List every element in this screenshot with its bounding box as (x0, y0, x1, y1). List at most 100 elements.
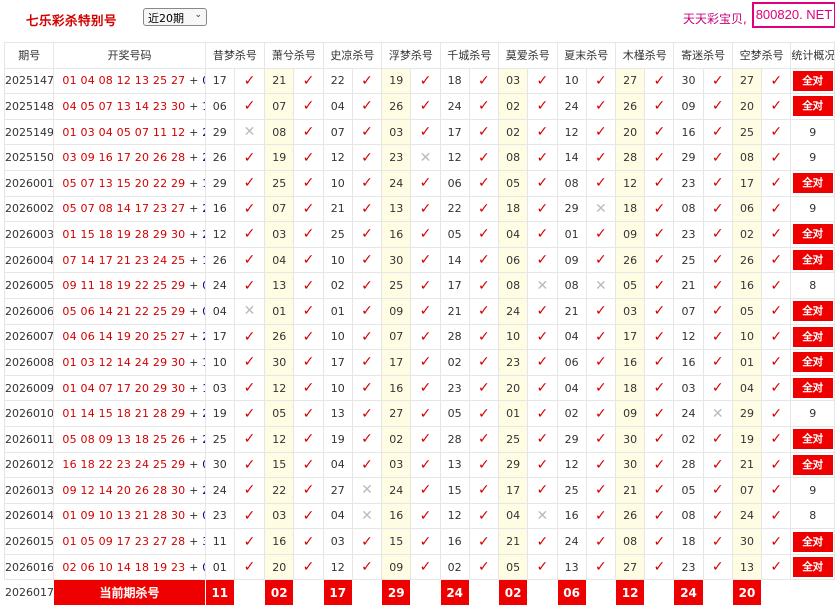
check-icon: ✓ (594, 431, 607, 448)
kill-result-cell: ✓ (293, 400, 324, 427)
current-kill-number: 20 (731, 579, 763, 606)
kill-result-cell: ✓ (410, 400, 441, 427)
check-icon: ✓ (594, 252, 607, 269)
check-icon: ✓ (770, 507, 783, 524)
kill-number: 07 (264, 195, 295, 223)
kill-number: 28 (614, 144, 646, 171)
kill-number: 21 (556, 297, 587, 325)
kill-number: 04 (498, 221, 529, 248)
kill-result-cell: ✓ (644, 297, 675, 325)
stats-cell: 全对 (790, 169, 835, 197)
kill-number: 13 (731, 553, 763, 581)
kill-result-cell: ✕ (410, 144, 441, 171)
issue-cell: 2026005 (3, 272, 55, 299)
check-icon: ✓ (711, 559, 724, 576)
period-select[interactable]: 近20期 ⌄ (143, 8, 207, 26)
kill-number: 16 (381, 221, 412, 248)
kill-number: 12 (439, 144, 470, 171)
kill-number: 03 (204, 374, 235, 402)
kill-result-cell: ✓ (233, 528, 266, 555)
kill-number: 24 (556, 93, 587, 120)
check-icon: ✓ (770, 482, 783, 499)
stats-cell: 全对 (790, 349, 835, 376)
kill-number: 26 (381, 93, 412, 120)
plus-sign: + (185, 125, 203, 139)
kill-number: 02 (381, 425, 412, 453)
kill-result-cell: ✓ (761, 451, 792, 479)
check-icon: ✓ (711, 328, 724, 345)
check-icon: ✓ (419, 303, 432, 320)
col-header-kill-9: 寄迷杀号 (673, 42, 733, 69)
kill-result-cell: ✓ (293, 528, 324, 555)
kill-result-cell: ✓ (761, 477, 792, 504)
kill-number: 01 (264, 297, 295, 325)
kill-result-cell: ✓ (410, 528, 441, 555)
kill-result-cell: ✓ (293, 246, 324, 274)
kill-number: 26 (731, 246, 763, 274)
cross-icon: ✕ (536, 507, 549, 524)
kill-result-cell: ✓ (351, 451, 383, 479)
kill-number: 10 (322, 169, 353, 197)
kill-number: 30 (614, 451, 646, 479)
kill-number: 23 (673, 169, 704, 197)
check-icon: ✓ (770, 380, 783, 397)
check-icon: ✓ (536, 175, 549, 192)
kill-result-cell: ✓ (585, 349, 616, 376)
table-row: 202600509 11 18 19 22 25 29 + 0824✓13✓02… (3, 272, 835, 299)
kill-result-cell: ✓ (233, 477, 266, 504)
check-icon: ✓ (478, 559, 490, 576)
current-kill-number: 29 (381, 579, 412, 606)
draw-numbers: 01 09 10 13 21 28 30 (62, 509, 186, 523)
kill-number: 18 (614, 195, 646, 223)
kill-number: 10 (498, 323, 529, 351)
kill-number: 11 (204, 528, 235, 555)
issue-cell: 2026011 (3, 425, 55, 453)
kill-number: 23 (439, 374, 470, 402)
kill-result-cell: ✓ (410, 451, 441, 479)
kill-result-cell: ✓ (761, 246, 792, 274)
check-icon: ✓ (243, 559, 256, 576)
draw-numbers: 01 05 09 17 23 27 28 (62, 535, 186, 549)
kill-number: 30 (731, 528, 763, 555)
kill-result-cell: ✓ (702, 67, 733, 95)
kill-number: 06 (204, 93, 235, 120)
check-icon: ✓ (770, 277, 783, 294)
kill-number: 26 (204, 246, 235, 274)
check-icon: ✓ (302, 354, 315, 371)
current-kill-number: 17 (322, 579, 353, 606)
check-icon: ✓ (243, 200, 256, 217)
kill-result-cell: ✓ (468, 425, 500, 453)
check-icon: ✓ (653, 124, 666, 141)
kill-number: 27 (614, 67, 646, 95)
kill-number: 19 (264, 144, 295, 171)
kill-result-cell: ✓ (410, 425, 441, 453)
kill-number: 20 (731, 93, 763, 120)
kill-number: 25 (264, 169, 295, 197)
kill-result-cell: ✓ (585, 67, 616, 95)
check-icon: ✓ (478, 200, 490, 217)
kill-number: 04 (556, 374, 587, 402)
current-kill-number: 11 (204, 579, 235, 606)
check-icon: ✓ (770, 354, 783, 371)
check-icon: ✓ (361, 533, 373, 550)
stats-cell: 全对 (790, 553, 835, 581)
check-icon: ✓ (711, 124, 724, 141)
kill-result-cell: ✓ (527, 349, 558, 376)
kill-number: 17 (439, 118, 470, 146)
kill-result-cell: ✓ (585, 553, 616, 581)
check-icon: ✓ (594, 303, 607, 320)
kill-number: 25 (556, 477, 587, 504)
check-icon: ✓ (536, 354, 549, 371)
kill-number: 04 (264, 246, 295, 274)
kill-result-cell: ✓ (644, 169, 675, 197)
check-icon: ✓ (361, 303, 373, 320)
site-logo[interactable]: 800820. NET (752, 2, 835, 28)
check-icon: ✓ (770, 200, 783, 217)
check-icon: ✓ (478, 431, 490, 448)
site-text[interactable]: 天天彩宝贝, (683, 10, 747, 27)
kill-number: 13 (439, 451, 470, 479)
check-icon: ✓ (478, 380, 490, 397)
kill-number: 28 (439, 425, 470, 453)
check-icon: ✓ (770, 405, 783, 422)
kill-result-cell: ✓ (468, 477, 500, 504)
